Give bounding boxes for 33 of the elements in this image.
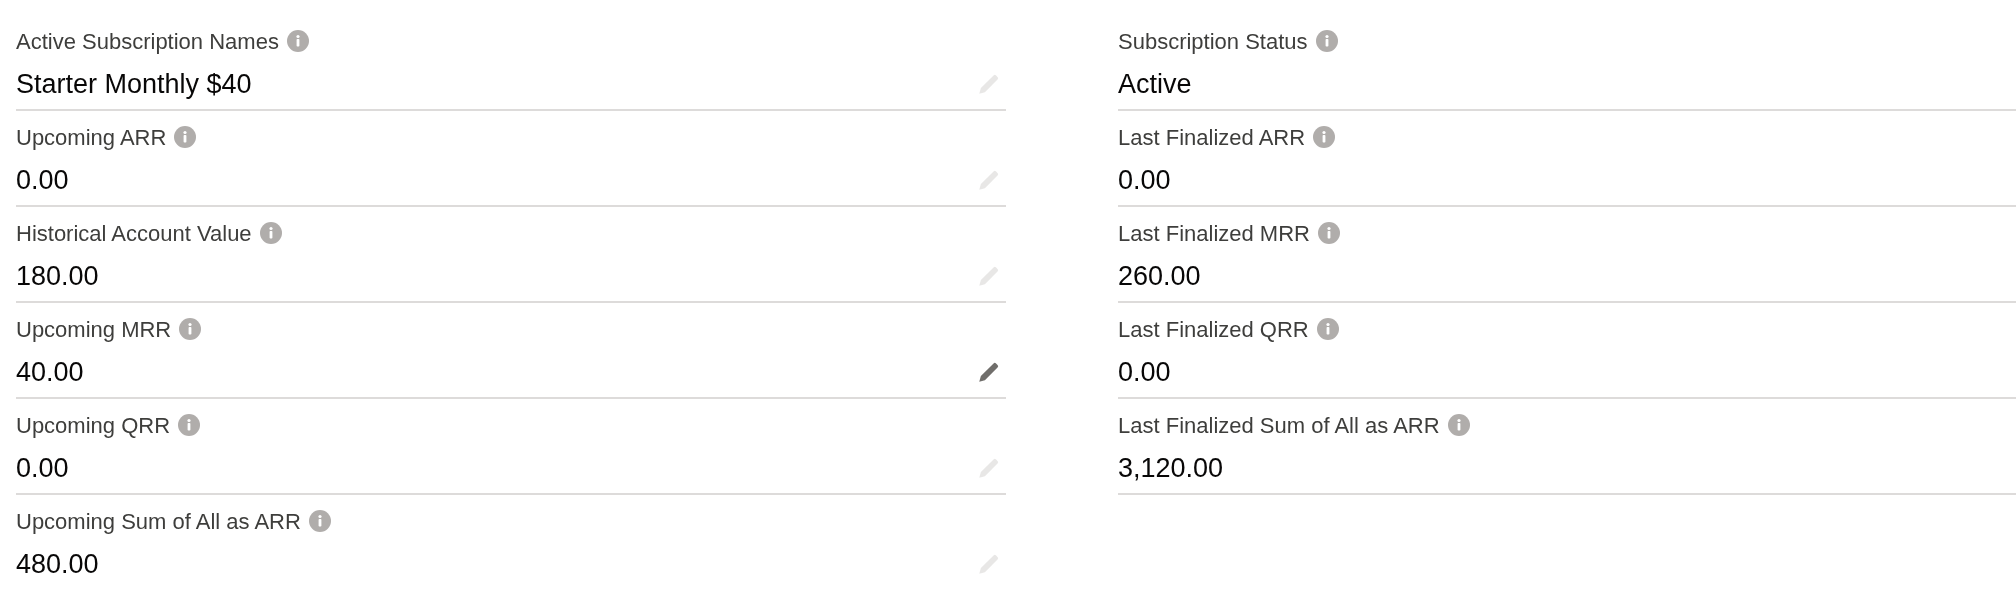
info-icon[interactable] (179, 318, 202, 340)
info-icon[interactable] (1315, 30, 1338, 52)
field-value: 3,120.00 (1118, 451, 1224, 485)
field-label: Upcoming QRR (16, 411, 171, 440)
field-label: Upcoming MRR (16, 315, 172, 344)
field-label: Last Finalized ARR (1118, 123, 1306, 152)
field-label: Last Finalized Sum of All as ARR (1118, 411, 1440, 440)
info-icon[interactable] (259, 222, 282, 244)
info-icon[interactable] (286, 30, 309, 52)
field-value: 180.00 (16, 259, 99, 293)
info-icon[interactable] (1316, 318, 1339, 340)
field-label: Upcoming ARR (16, 123, 167, 152)
info-icon[interactable] (1313, 126, 1336, 148)
info-icon[interactable] (1317, 222, 1340, 244)
info-icon[interactable] (174, 126, 197, 148)
field-label: Last Finalized MRR (1118, 219, 1310, 248)
field-label: Historical Account Value (16, 219, 252, 248)
field-value: 0.00 (16, 451, 69, 485)
info-icon[interactable] (1447, 414, 1470, 436)
field-value: 260.00 (1118, 259, 1201, 293)
info-icon[interactable] (178, 414, 201, 436)
field-value: Active (1118, 67, 1192, 101)
field-label: Last Finalized QRR (1118, 315, 1309, 344)
field-label: Subscription Status (1118, 27, 1308, 56)
field-value: Starter Monthly $40 (16, 67, 252, 101)
field-value: 0.00 (16, 163, 69, 197)
field-value: 0.00 (1118, 355, 1171, 389)
field-label: Active Subscription Names (16, 27, 279, 56)
field-value: 0.00 (1118, 163, 1171, 197)
info-icon[interactable] (308, 510, 331, 532)
field-value: 480.00 (16, 547, 99, 581)
field-value: 40.00 (16, 355, 84, 389)
field-label: Upcoming Sum of All as ARR (16, 507, 301, 536)
